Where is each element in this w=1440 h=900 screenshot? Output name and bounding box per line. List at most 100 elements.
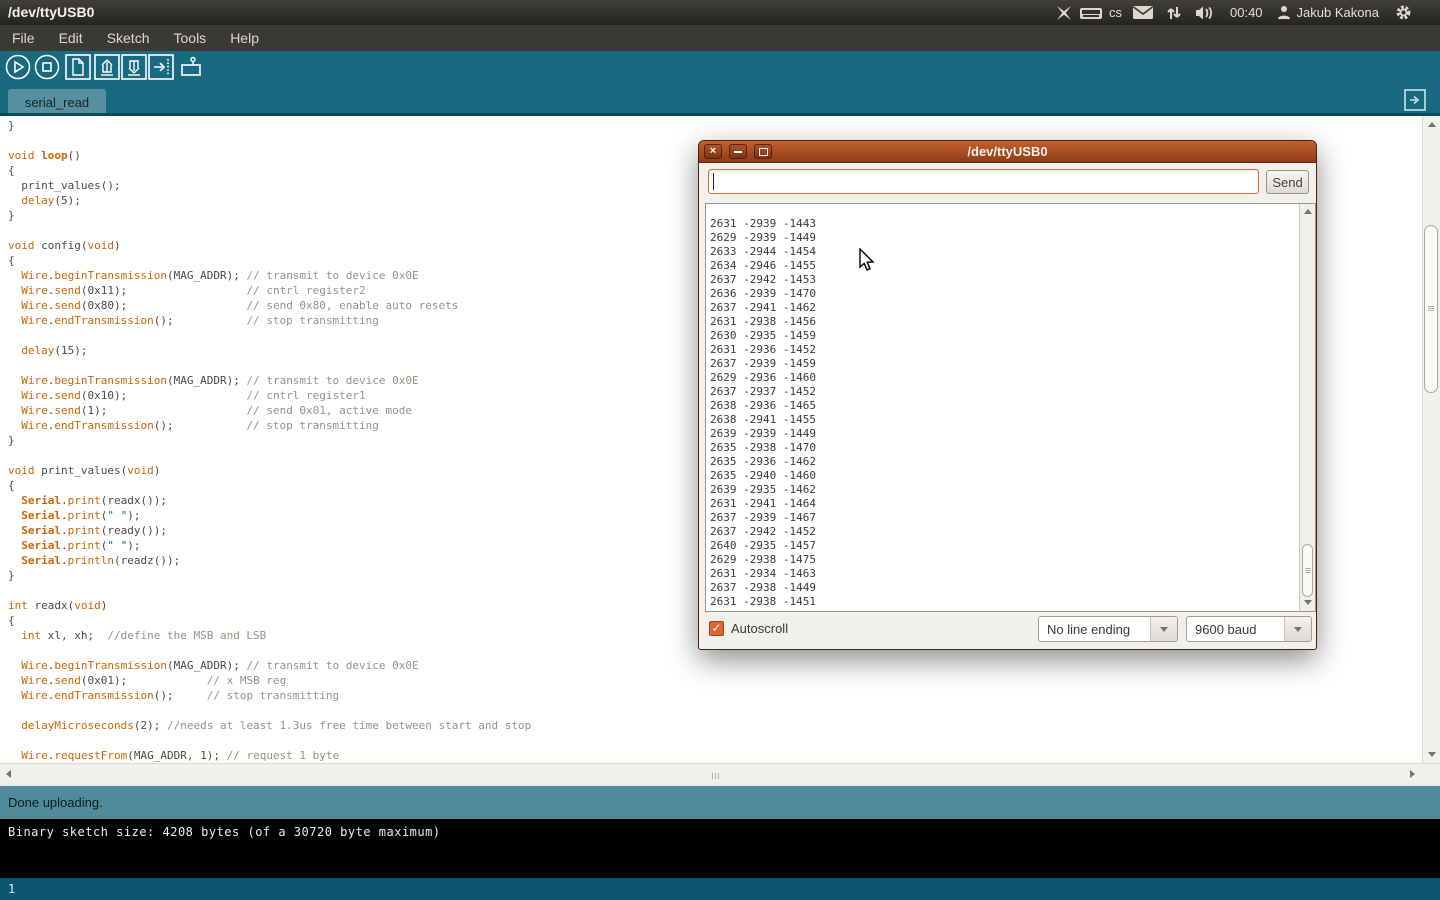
tab-menu-button[interactable] — [1404, 89, 1426, 111]
scroll-down-arrow-icon[interactable] — [1428, 752, 1436, 757]
editor-vertical-scrollbar-thumb[interactable] — [1424, 225, 1438, 393]
menu-help[interactable]: Help — [230, 30, 259, 46]
new-sketch-button[interactable] — [65, 54, 91, 80]
serial-window-titlebar[interactable]: × /dev/ttyUSB0 — [699, 141, 1316, 163]
code-line: delay(15); — [8, 343, 531, 358]
serial-scroll-down-icon[interactable] — [1304, 600, 1312, 605]
code-line — [8, 133, 531, 148]
code-line: Wire.endTransmission(); // stop transmit… — [8, 688, 531, 703]
code-line: void loop() — [8, 148, 531, 163]
code-line: Serial.print(" "); — [8, 508, 531, 523]
code-line: } — [8, 208, 531, 223]
serial-window-title: /dev/ttyUSB0 — [699, 144, 1316, 159]
menu-edit[interactable]: Edit — [59, 30, 83, 46]
line-ending-value: No line ending — [1039, 617, 1150, 641]
serial-output-area[interactable]: 2631 -2939 -1443 2629 -2939 -1449 2633 -… — [705, 203, 1316, 612]
dropdown-arrow-icon[interactable] — [1150, 617, 1177, 641]
code-line — [8, 583, 531, 598]
code-line: Wire.send(0x10); // cntrl register1 — [8, 388, 531, 403]
serial-monitor-button[interactable] — [178, 54, 204, 80]
verify-button[interactable] — [5, 54, 31, 80]
code-line: { — [8, 253, 531, 268]
code-line: int readx(void) — [8, 598, 531, 613]
code-line: delayMicroseconds(2); //needs at least 1… — [8, 718, 531, 733]
autoscroll-checkbox[interactable]: ✓ — [709, 621, 724, 636]
scroll-up-arrow-icon[interactable] — [1428, 122, 1436, 127]
serial-monitor-window: × /dev/ttyUSB0 Send 2631 -2939 -1443 262… — [698, 140, 1317, 650]
current-line-number: 1 — [8, 882, 15, 896]
stop-button[interactable] — [34, 54, 60, 80]
editor-horizontal-scrollbar[interactable] — [0, 763, 1440, 783]
code-line: } — [8, 433, 531, 448]
code-line — [8, 643, 531, 658]
code-line — [8, 448, 531, 463]
autoscroll-label: Autoscroll — [731, 621, 788, 636]
pinwheel-icon[interactable] — [1055, 5, 1073, 21]
code-line: Wire.beginTransmission(MAG_ADDR); // tra… — [8, 268, 531, 283]
code-line: Wire.send(1); // send 0x01, active mode — [8, 403, 531, 418]
keyboard-layout-label[interactable]: cs — [1109, 5, 1122, 20]
serial-scrollbar[interactable] — [1299, 204, 1315, 611]
code-line: Serial.println(readz()); — [8, 553, 531, 568]
code-line: } — [8, 568, 531, 583]
keyboard-icon[interactable] — [1079, 5, 1103, 21]
mail-icon[interactable] — [1132, 5, 1154, 20]
upload-button[interactable] — [148, 54, 174, 80]
console-output: Binary sketch size: 4208 bytes (of a 307… — [0, 818, 1440, 878]
volume-icon[interactable] — [1194, 5, 1216, 21]
updown-arrows-icon[interactable] — [1166, 5, 1182, 21]
code-line: Serial.print(ready()); — [8, 523, 531, 538]
baud-rate-dropdown[interactable]: 9600 baud — [1186, 616, 1312, 642]
code-line: Serial.print(readx()); — [8, 493, 531, 508]
line-ending-dropdown[interactable]: No line ending — [1038, 616, 1178, 642]
toolbar — [0, 51, 1440, 84]
status-bar: Done uploading. — [0, 786, 1440, 818]
scroll-left-arrow-icon[interactable] — [6, 770, 11, 778]
editor-vertical-scrollbar[interactable] — [1422, 116, 1440, 763]
dropdown-arrow-icon[interactable] — [1284, 617, 1311, 641]
hscroll-grip[interactable] — [712, 773, 713, 779]
serial-send-input[interactable] — [708, 169, 1259, 194]
code-line: Serial.print(" "); — [8, 538, 531, 553]
code-line: Wire.requestFrom(MAG_ADDR, 1); // reques… — [8, 748, 531, 763]
baud-rate-value: 9600 baud — [1187, 617, 1284, 641]
desktop: /dev/ttyUSB0 cs 00:40 Jakub Kakona File … — [0, 0, 1440, 900]
code-line: Wire.endTransmission(); // stop transmit… — [8, 418, 531, 433]
code-line — [8, 328, 531, 343]
user-icon[interactable] — [1277, 5, 1291, 20]
code-line: Wire.endTransmission(); // stop transmit… — [8, 313, 531, 328]
tab-menu-arrow-icon — [1404, 89, 1426, 111]
code-line: print_values(); — [8, 178, 531, 193]
code-line: Wire.send(0x11); // cntrl register2 — [8, 283, 531, 298]
code-line: Wire.beginTransmission(MAG_ADDR); // tra… — [8, 658, 531, 673]
code-line: } — [8, 118, 531, 133]
code-lines: } void loop(){ print_values(); delay(5);… — [8, 118, 531, 763]
panel-window-title: /dev/ttyUSB0 — [8, 4, 94, 20]
code-line — [8, 733, 531, 748]
clock-label[interactable]: 00:40 — [1230, 5, 1263, 20]
serial-scroll-up-icon[interactable] — [1304, 209, 1312, 214]
save-sketch-button[interactable] — [121, 54, 147, 80]
line-number-bar: 1 — [0, 878, 1440, 900]
send-button-label: Send — [1272, 175, 1302, 190]
status-message: Done uploading. — [8, 795, 103, 810]
open-sketch-button[interactable] — [94, 54, 120, 80]
console-message: Binary sketch size: 4208 bytes (of a 307… — [8, 825, 441, 839]
code-line: { — [8, 163, 531, 178]
tab-serial-read[interactable]: serial_read — [8, 89, 106, 116]
text-caret — [713, 173, 714, 190]
serial-monitor-footer: ✓ Autoscroll No line ending 9600 baud — [699, 616, 1316, 651]
gear-icon[interactable] — [1395, 4, 1412, 21]
code-line: int xl, xh; //define the MSB and LSB — [8, 628, 531, 643]
code-line — [8, 703, 531, 718]
code-line: void print_values(void) — [8, 463, 531, 478]
serial-scrollbar-thumb[interactable] — [1302, 544, 1313, 597]
code-line: Wire.send(0x80); // send 0x80, enable au… — [8, 298, 531, 313]
menu-file[interactable]: File — [12, 30, 35, 46]
scroll-right-arrow-icon[interactable] — [1410, 770, 1415, 778]
menu-tools[interactable]: Tools — [174, 30, 207, 46]
top-panel: /dev/ttyUSB0 cs 00:40 Jakub Kakona — [0, 0, 1440, 25]
send-button[interactable]: Send — [1266, 170, 1309, 194]
user-name-label[interactable]: Jakub Kakona — [1297, 5, 1379, 20]
menu-sketch[interactable]: Sketch — [107, 30, 150, 46]
